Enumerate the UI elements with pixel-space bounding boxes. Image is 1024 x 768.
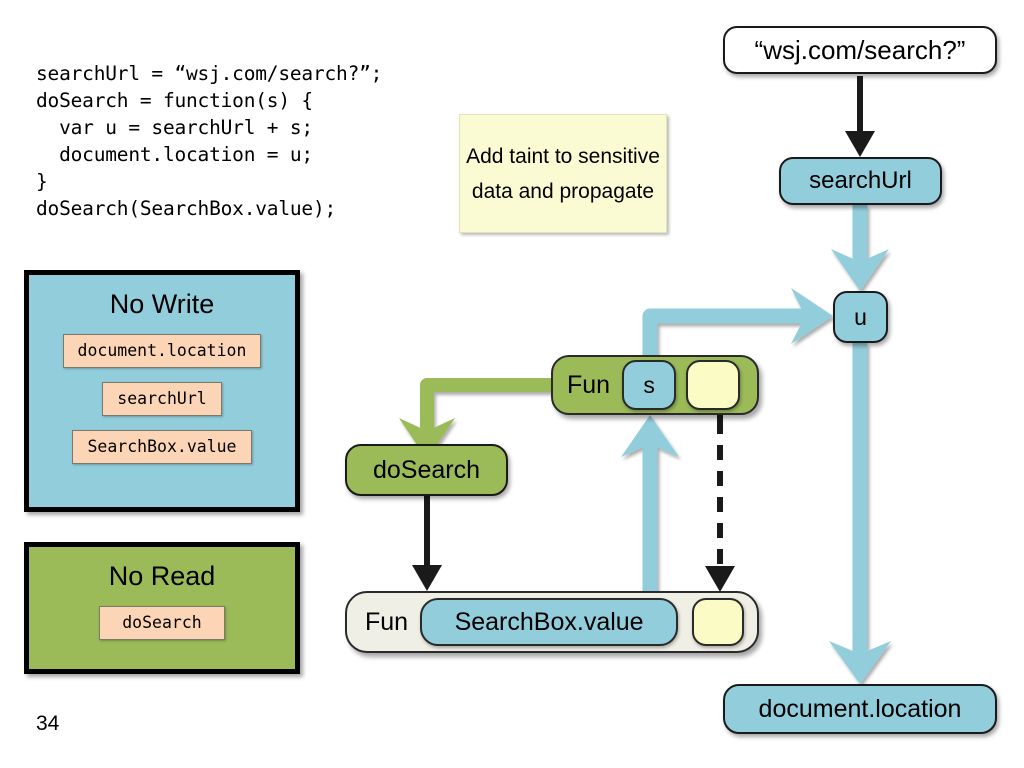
panel-no-read-items: doSearch bbox=[29, 606, 295, 640]
panel-no-read-title: No Read bbox=[108, 561, 216, 591]
edge-dosearch-to-funbottom bbox=[412, 496, 442, 591]
chip-searchbox-value: SearchBox.value bbox=[72, 430, 252, 464]
node-do-search: doSearch bbox=[345, 444, 508, 496]
edge-yellow-slot-link bbox=[705, 404, 735, 592]
edge-url-to-searchurl bbox=[845, 76, 875, 157]
panel-no-write-items: document.location searchUrl SearchBox.va… bbox=[29, 334, 295, 478]
node-document-location: document.location bbox=[723, 684, 997, 734]
edge-searchboxvalue-to-s bbox=[621, 415, 679, 612]
node-url-literal: “wsj.com/search?” bbox=[723, 26, 997, 74]
slot-closure-top bbox=[686, 360, 741, 410]
fun-label-bottom: Fun bbox=[365, 607, 409, 636]
page-number: 34 bbox=[36, 712, 60, 735]
annotation-note: Add taint to sensitive data and propagat… bbox=[459, 114, 667, 233]
fun-label-top: Fun bbox=[567, 370, 611, 399]
chip-document-location: document.location bbox=[62, 334, 262, 368]
edge-u-to-document-location bbox=[829, 343, 891, 684]
panel-no-write-title: No Write bbox=[109, 289, 215, 319]
source-code-listing: searchUrl = “wsj.com/search?”; doSearch … bbox=[36, 62, 383, 220]
slot-closure-bottom bbox=[692, 598, 745, 646]
node-u: u bbox=[833, 291, 888, 343]
chip-do-search: doSearch bbox=[99, 606, 225, 640]
panel-no-read: No Read doSearch bbox=[24, 542, 300, 674]
node-search-url: searchUrl bbox=[779, 157, 942, 205]
panel-no-write: No Write document.location searchUrl Sea… bbox=[24, 270, 300, 512]
slide-canvas: searchUrl = “wsj.com/search?”; doSearch … bbox=[0, 0, 1024, 768]
function-capsule-caller: Fun SearchBox.value bbox=[345, 591, 759, 653]
slot-argument-searchbox-value: SearchBox.value bbox=[420, 598, 679, 646]
slot-parameter-s: s bbox=[622, 360, 677, 410]
function-capsule-dosearch: Fun s bbox=[551, 355, 759, 415]
chip-search-url: searchUrl bbox=[102, 382, 222, 416]
edge-searchurl-to-u bbox=[831, 205, 889, 291]
